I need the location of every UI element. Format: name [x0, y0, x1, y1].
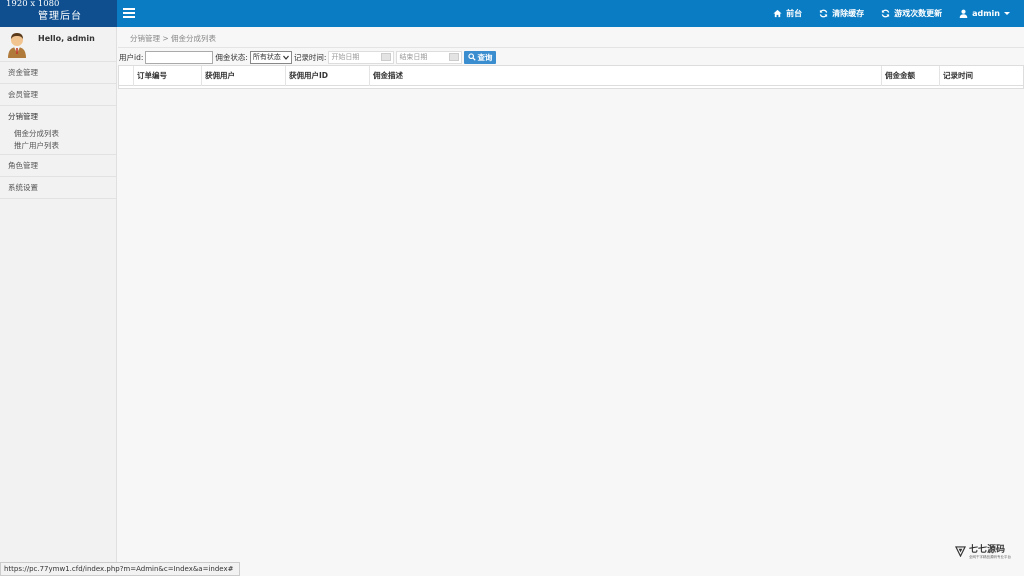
time-label: 记录时间:: [293, 52, 327, 62]
column-commission-user[interactable]: 获佣用户: [201, 66, 285, 86]
filter-bar: 用户id: 佣金状态: 所有状态 记录时间: 开始日期 结束日期 查询: [118, 49, 1024, 65]
chevron-down-icon: [282, 55, 289, 60]
brand[interactable]: 1920 x 1080 管理后台: [0, 0, 117, 27]
refresh-icon: [880, 9, 890, 19]
column-record-time[interactable]: 记录时间: [939, 66, 1023, 86]
query-button-label: 查询: [477, 52, 493, 62]
start-date-input[interactable]: 开始日期: [328, 50, 395, 64]
watermark-title: 七七源码: [969, 545, 1006, 555]
brand-title: 管理后台: [38, 11, 82, 22]
divider: [118, 47, 1024, 48]
status-select-value: 所有状态: [252, 53, 281, 61]
nav-clear-cache[interactable]: 清除缓存: [818, 8, 864, 19]
nav-game-update-label: 游戏次数更新: [894, 9, 943, 18]
main-content: 分销管理 > 佣金分成列表 用户id: 佣金状态: 所有状态 记录时间: 开始日…: [118, 27, 1024, 576]
top-bar: 1920 x 1080 管理后台 前台 清除缓存 游戏次数更新 admin: [0, 0, 1024, 27]
sidebar-item-distribution[interactable]: 分销管理: [0, 106, 116, 128]
status-bar-url: https://pc.77ymw1.cfd/index.php?m=Admin&…: [0, 562, 240, 576]
nav-user-label: admin: [972, 9, 1000, 18]
search-icon: [468, 53, 477, 61]
sidebar: Hello, admin 资金管理 会员管理 分销管理 佣金分成列表 推广用户列…: [0, 27, 117, 576]
end-date-placeholder: 结束日期: [399, 53, 428, 61]
refresh-icon: [818, 9, 828, 19]
sidebar-item-roles[interactable]: 角色管理: [0, 155, 116, 177]
calendar-icon[interactable]: [381, 53, 392, 61]
user-id-label: 用户id:: [119, 52, 144, 62]
nav-game-update[interactable]: 游戏次数更新: [880, 8, 942, 19]
column-commission-desc[interactable]: 佣金描述: [369, 66, 881, 86]
nav-clear-cache-label: 清除缓存: [832, 9, 865, 18]
top-nav: 前台 清除缓存 游戏次数更新 admin: [756, 0, 1010, 27]
column-commission-amount[interactable]: 佣金金额: [881, 66, 939, 86]
home-icon: [772, 9, 782, 19]
chevron-down-icon: [1004, 12, 1010, 15]
user-icon: [958, 9, 968, 19]
end-date-input[interactable]: 结束日期: [396, 50, 463, 64]
user-id-input[interactable]: [145, 50, 214, 64]
user-panel: Hello, admin: [0, 27, 116, 62]
calendar-icon[interactable]: [449, 53, 460, 61]
watermark: 七七源码 全网千字精品源码专业平台: [955, 542, 1011, 560]
breadcrumb: 分销管理 > 佣金分成列表: [130, 34, 217, 43]
status-label: 佣金状态:: [215, 52, 248, 62]
avatar: [6, 30, 28, 58]
nav-frontend[interactable]: 前台: [772, 8, 802, 19]
sidebar-item-members[interactable]: 会员管理: [0, 84, 116, 106]
watermark-subtitle: 全网千字精品源码专业平台: [969, 555, 1011, 559]
sidebar-item-settings[interactable]: 系统设置: [0, 177, 116, 199]
logo-icon: [955, 545, 966, 557]
menu-toggle-icon[interactable]: [123, 8, 135, 18]
start-date-placeholder: 开始日期: [331, 53, 360, 61]
sidebar-item-funds[interactable]: 资金管理: [0, 62, 116, 84]
nav-frontend-label: 前台: [786, 9, 803, 18]
nav-user-menu[interactable]: admin: [958, 9, 1010, 19]
column-order-no[interactable]: 订单编号: [133, 66, 201, 86]
column-commission-user-id[interactable]: 获佣用户ID: [285, 66, 369, 86]
table-header: 订单编号 获佣用户 获佣用户ID 佣金描述 佣金金额 记录时间: [119, 66, 1023, 86]
greeting: Hello, admin: [38, 34, 95, 43]
sidebar-submenu-distribution: 佣金分成列表 推广用户列表: [0, 128, 116, 155]
sidebar-subitem-commission-list[interactable]: 佣金分成列表: [0, 128, 116, 140]
query-button[interactable]: 查询: [464, 50, 497, 64]
status-select[interactable]: 所有状态: [249, 50, 292, 64]
commission-table: 订单编号 获佣用户 获佣用户ID 佣金描述 佣金金额 记录时间: [118, 65, 1024, 89]
sidebar-subitem-promoted-users[interactable]: 推广用户列表: [0, 140, 116, 152]
